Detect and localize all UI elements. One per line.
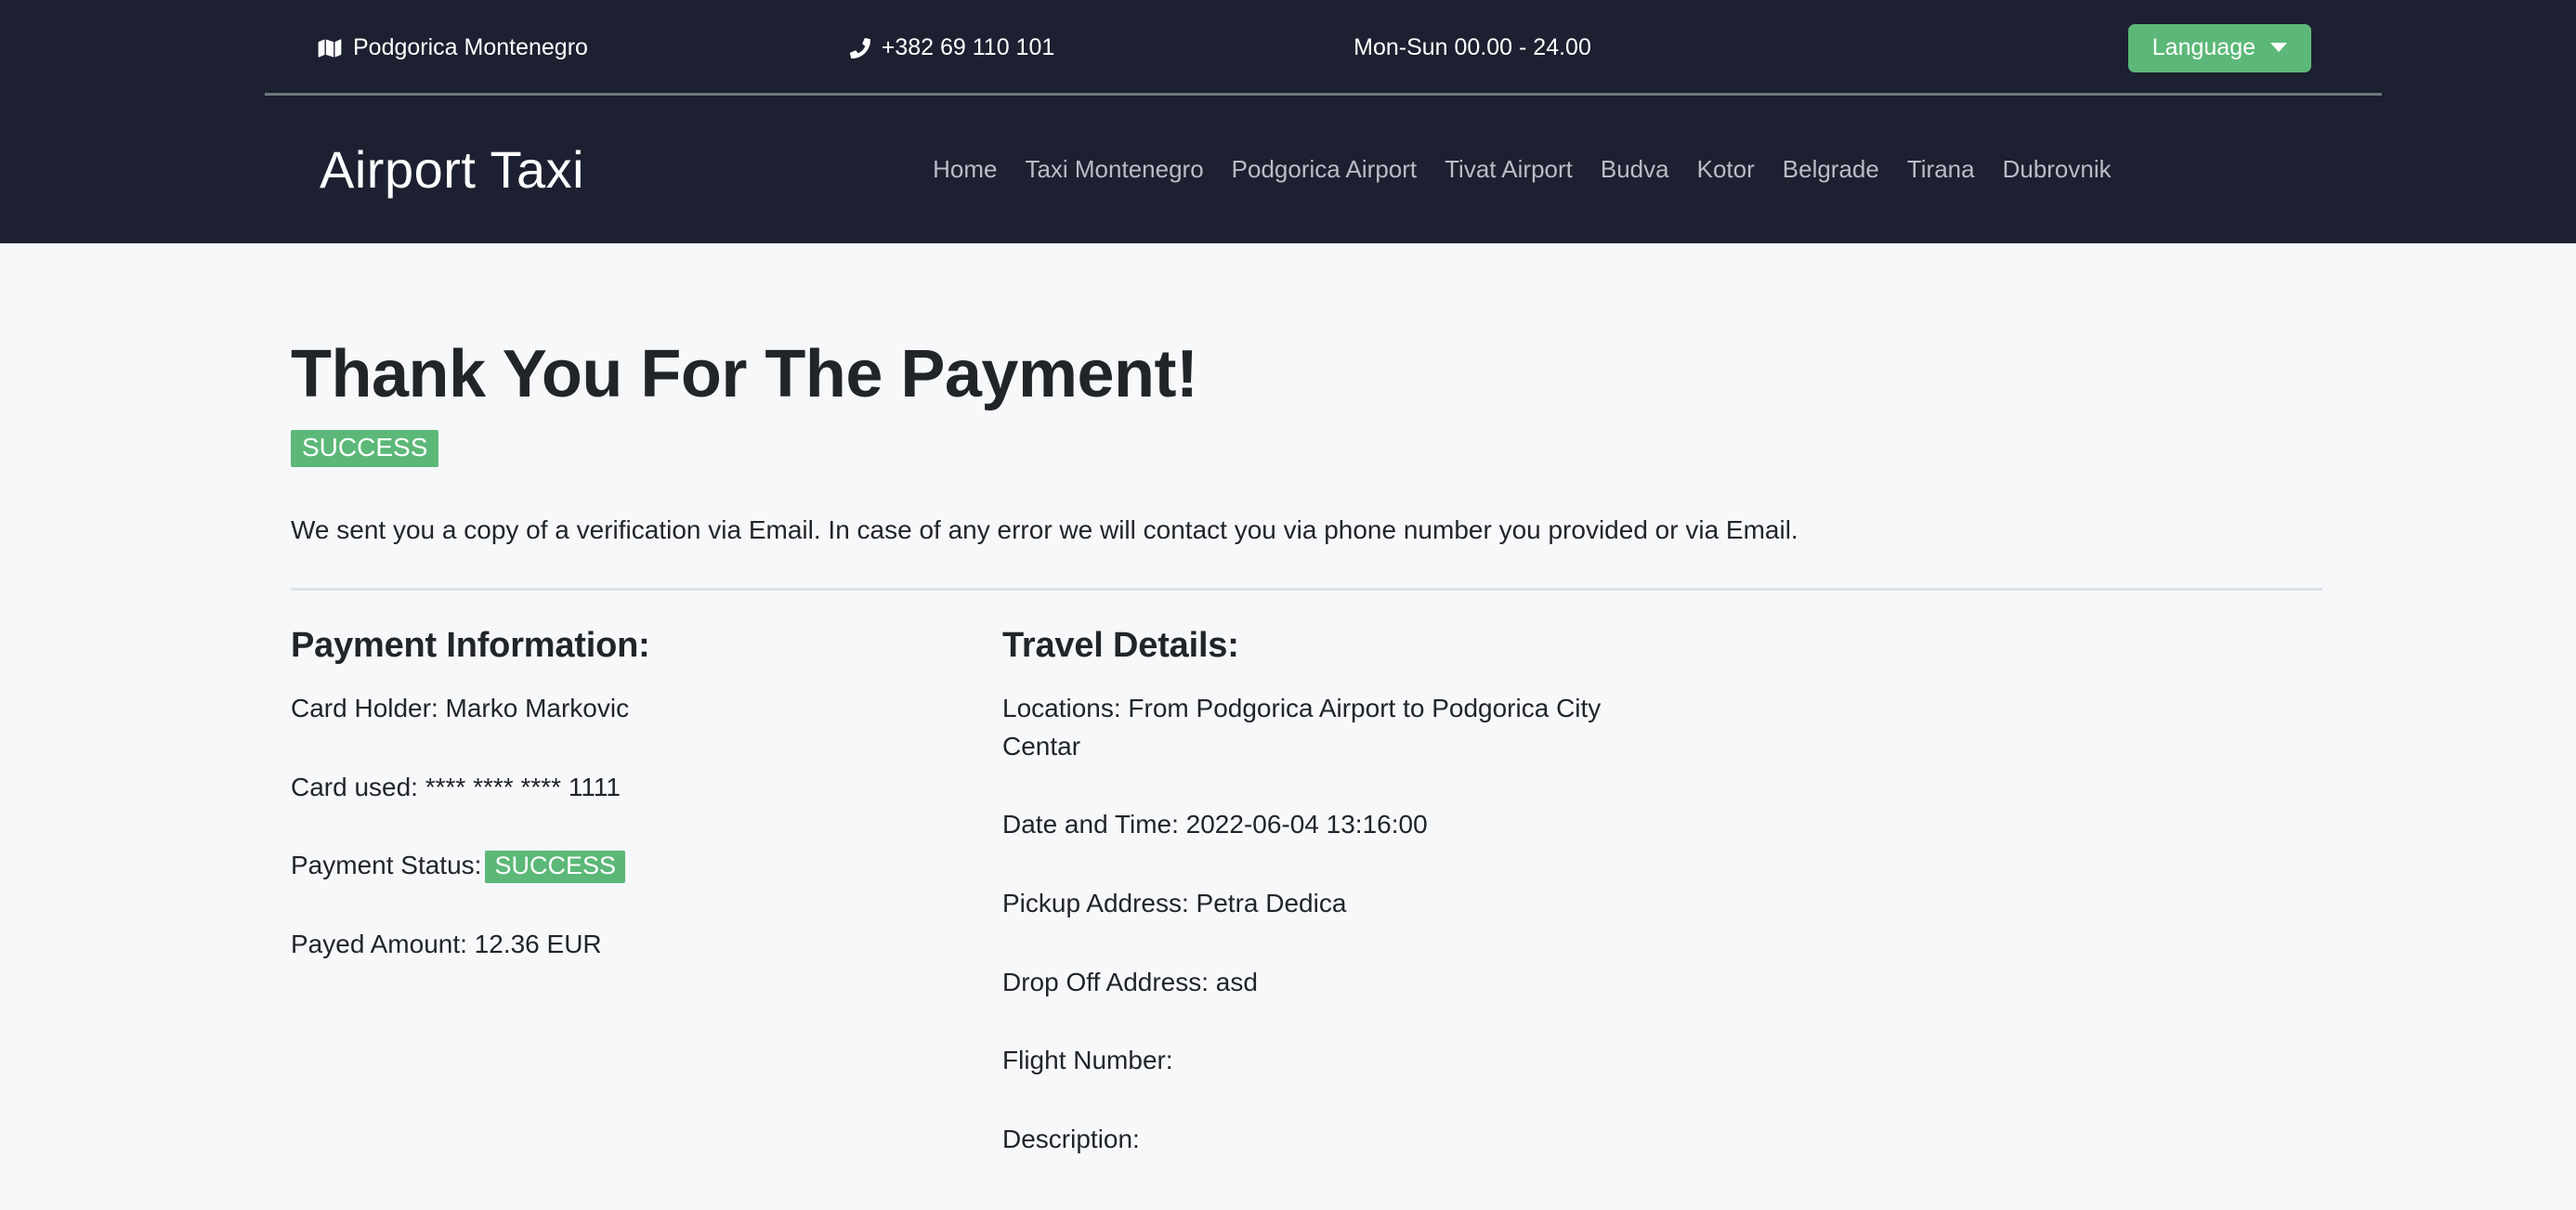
top-info-bar: Podgorica Montenegro +382 69 110 101 Mon… xyxy=(0,0,2576,96)
payment-card-holder: Card Holder: Marko Markovic xyxy=(291,694,630,723)
language-button-label: Language xyxy=(2151,33,2256,60)
nav-item-home[interactable]: Home xyxy=(933,155,1011,184)
status-badge: SUCCESS xyxy=(291,430,439,468)
topbar-hours-text: Mon-Sun 00.00 - 24.00 xyxy=(1353,34,1591,60)
topbar-divider xyxy=(265,93,2382,96)
topbar-phone[interactable]: +382 69 110 101 xyxy=(692,34,1212,61)
travel-details-column: Travel Details: Locations: From Podgoric… xyxy=(997,626,2285,1199)
main-content: Thank You For The Payment! SUCCESS We se… xyxy=(0,243,2576,1199)
nav-item-tivat-airport[interactable]: Tivat Airport xyxy=(1431,155,1587,184)
site-header: Podgorica Montenegro +382 69 110 101 Mon… xyxy=(0,0,2576,243)
travel-flight-number: Flight Number: xyxy=(1002,1046,1173,1075)
nav-item-podgorica-airport[interactable]: Podgorica Airport xyxy=(1218,155,1431,184)
details-columns: Payment Information: Card Holder: Marko … xyxy=(291,626,2285,1199)
nav-item-tirana[interactable]: Tirana xyxy=(1893,155,1989,184)
topbar-hours: Mon-Sun 00.00 - 24.00 xyxy=(1212,34,1733,61)
main-navbar: Airport Taxi Home Taxi Montenegro Podgor… xyxy=(0,96,2576,243)
page-title: Thank You For The Payment! xyxy=(291,337,1198,411)
nav-links: Home Taxi Montenegro Podgorica Airport T… xyxy=(933,155,2125,184)
language-dropdown-button[interactable]: Language xyxy=(2127,23,2311,72)
nav-item-dubrovnik[interactable]: Dubrovnik xyxy=(1989,155,2125,184)
payment-status-label: Payment Status: xyxy=(291,851,482,880)
payment-information-heading: Payment Information: xyxy=(291,626,650,666)
payment-payed-amount: Payed Amount: 12.36 EUR xyxy=(291,929,602,958)
status-badge-row: SUCCESS xyxy=(291,430,2285,468)
travel-date-and-time: Date and Time: 2022-06-04 13:16:00 xyxy=(1002,810,1428,839)
travel-drop-off-address: Drop Off Address: asd xyxy=(1002,967,1258,996)
payment-status-row: Payment Status: SUCCESS xyxy=(291,847,997,885)
brand-logo[interactable]: Airport Taxi xyxy=(320,139,584,200)
travel-details-heading: Travel Details: xyxy=(1002,626,1239,666)
payment-card-used: Card used: **** **** **** 1111 xyxy=(291,772,621,801)
chevron-down-icon xyxy=(2270,43,2287,52)
travel-pickup-address: Pickup Address: Petra Dedica xyxy=(1002,888,1347,917)
nav-item-budva[interactable]: Budva xyxy=(1587,155,1683,184)
map-icon xyxy=(318,38,342,59)
nav-item-kotor[interactable]: Kotor xyxy=(1683,155,1769,184)
content-divider xyxy=(291,588,2322,592)
topbar-language: Language xyxy=(1733,23,2311,72)
topbar-phone-text: +382 69 110 101 xyxy=(881,34,1055,60)
topbar-location: Podgorica Montenegro xyxy=(265,34,692,61)
confirmation-message: We sent you a copy of a verification via… xyxy=(291,515,1798,545)
travel-description: Description: xyxy=(1002,1124,1140,1153)
nav-item-taxi-montenegro[interactable]: Taxi Montenegro xyxy=(1011,155,1217,184)
nav-item-belgrade[interactable]: Belgrade xyxy=(1769,155,1893,184)
payment-information-column: Payment Information: Card Holder: Marko … xyxy=(291,626,997,1199)
phone-icon xyxy=(849,37,870,59)
payment-status-badge: SUCCESS xyxy=(485,851,625,884)
topbar-location-text: Podgorica Montenegro xyxy=(353,34,588,60)
travel-locations: Locations: From Podgorica Airport to Pod… xyxy=(1002,694,1602,761)
